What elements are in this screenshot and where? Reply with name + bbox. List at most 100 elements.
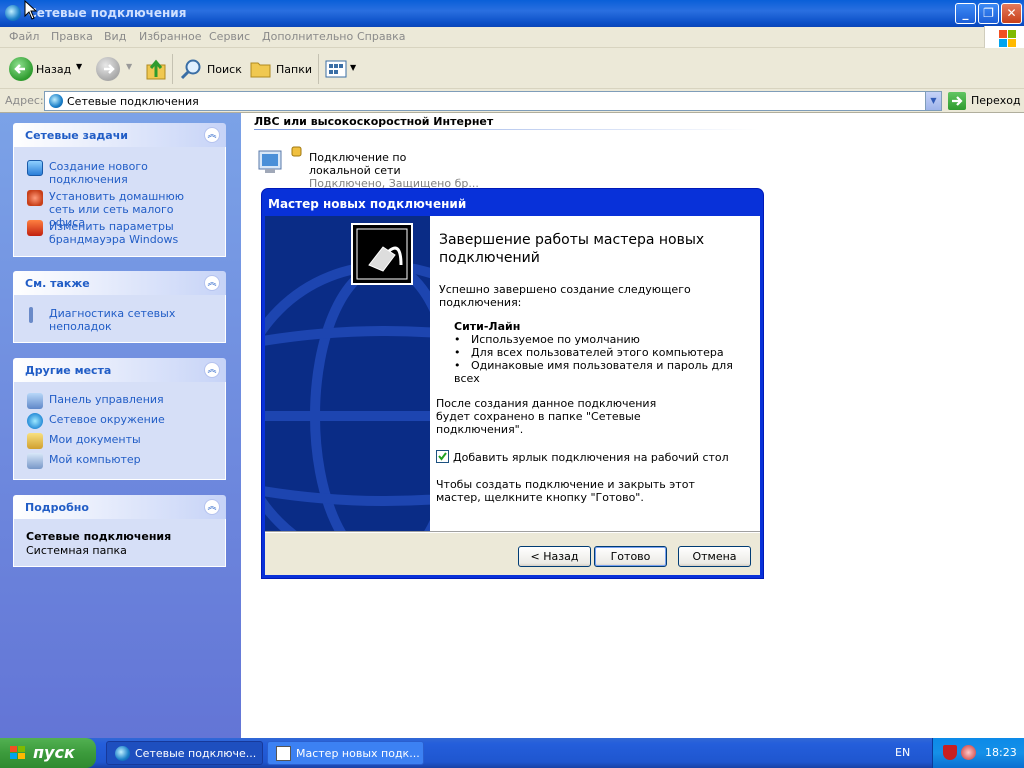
list-item: • Одинаковые имя пользователя и пароль д…: [454, 359, 733, 385]
search-button[interactable]: Поиск: [207, 63, 242, 76]
desktop-shortcut-checkbox[interactable]: [436, 450, 449, 463]
link-create-connection[interactable]: Создание нового подключения: [49, 160, 209, 186]
window-title: Сетевые подключения: [28, 6, 187, 20]
group-header: ЛВС или высокоскоростной Интернет: [254, 115, 494, 128]
wizard-dialog: Мастер новых подключений Завершение рабо…: [261, 188, 764, 579]
info-icon: [29, 307, 33, 323]
wizard-title: Мастер новых подключений: [268, 197, 467, 211]
go-button[interactable]: Переход: [971, 94, 1021, 107]
checkmark-icon: [438, 452, 447, 461]
collapse-chevron-icon[interactable]: ︽: [204, 499, 220, 515]
go-arrow-icon[interactable]: [948, 92, 966, 110]
chevron-down-icon[interactable]: ▼: [126, 62, 132, 71]
minimize-button[interactable]: _: [955, 3, 976, 24]
address-value: Сетевые подключения: [67, 95, 199, 108]
collapse-chevron-icon[interactable]: ︽: [204, 362, 220, 378]
network-places-icon: [27, 413, 43, 429]
wizard-content: Завершение работы мастера новых подключе…: [430, 216, 760, 531]
details-name: Сетевые подключения: [26, 530, 172, 543]
lan-connection-icon[interactable]: [255, 145, 305, 185]
list-item: • Используемое по умолчанию: [454, 333, 640, 346]
search-icon[interactable]: [180, 58, 202, 80]
windows-logo-icon: [984, 26, 1024, 49]
back-button[interactable]: < Назад: [518, 546, 591, 567]
forward-arrow-icon[interactable]: [96, 57, 120, 81]
wizard-banner: [265, 216, 430, 531]
wizard-heading: Завершение работы мастера новых подключе…: [439, 232, 705, 266]
network-connections-icon: [115, 746, 130, 761]
task-label: Мастер новых подк...: [296, 747, 420, 760]
title-bar: Сетевые подключения _ ❐ ✕: [0, 0, 1024, 27]
task-label: Сетевые подключе...: [135, 747, 257, 760]
finish-button[interactable]: Готово: [594, 546, 667, 567]
menu-favorites[interactable]: Избранное: [139, 30, 201, 43]
folders-button[interactable]: Папки: [276, 63, 312, 76]
address-dropdown-button[interactable]: ▼: [925, 92, 941, 110]
network-connections-icon: [5, 5, 21, 21]
close-button[interactable]: ✕: [1001, 3, 1022, 24]
panel-title: См. также: [25, 277, 90, 290]
security-shield-icon[interactable]: [943, 745, 957, 760]
folders-icon[interactable]: [250, 59, 272, 79]
menu-view[interactable]: Вид: [104, 30, 126, 43]
address-bar: Адрес: Сетевые подключения ▼ Переход: [0, 89, 1024, 113]
panel-title: Сетевые задачи: [25, 129, 128, 142]
panel-header[interactable]: Другие места ︽: [13, 358, 226, 382]
details-type: Системная папка: [26, 544, 127, 557]
wizard-intro: Успешно завершено создание следующего по…: [439, 283, 691, 309]
task-pane: Сетевые задачи ︽ Создание нового подключе…: [0, 113, 241, 738]
link-network-diagnostics[interactable]: Диагностика сетевых неполадок: [49, 307, 209, 333]
menu-file[interactable]: Файл: [9, 30, 39, 43]
toolbar-separator: [318, 54, 319, 84]
back-button[interactable]: Назад: [36, 63, 71, 76]
panel-header[interactable]: Подробно ︽: [13, 495, 226, 519]
link-network-places[interactable]: Сетевое окружение: [49, 413, 165, 426]
link-control-panel[interactable]: Панель управления: [49, 393, 164, 406]
address-input[interactable]: Сетевые подключения ▼: [44, 91, 942, 111]
menu-edit[interactable]: Правка: [51, 30, 93, 43]
list-item: • Для всех пользователей этого компьютер…: [454, 346, 724, 359]
panel-title: Другие места: [25, 364, 112, 377]
taskbar-item-network-connections[interactable]: Сетевые подключе...: [106, 741, 263, 765]
panel-header[interactable]: Сетевые задачи ︽: [13, 123, 226, 147]
connection-name[interactable]: Подключение по локальной сети: [309, 151, 469, 177]
windows-logo-icon: [10, 746, 26, 760]
views-icon[interactable]: [325, 59, 347, 79]
home-network-icon: [27, 190, 43, 206]
start-button[interactable]: пуск: [0, 738, 96, 768]
wizard-saved-note: После создания данное подключения будет …: [436, 397, 657, 436]
menu-help[interactable]: Справка: [357, 30, 405, 43]
wizard-icon: [276, 746, 291, 761]
taskbar-item-wizard[interactable]: Мастер новых подк...: [267, 741, 424, 765]
collapse-chevron-icon[interactable]: ︽: [204, 275, 220, 291]
control-panel-icon: [27, 393, 43, 409]
chevron-down-icon[interactable]: ▼: [350, 63, 356, 72]
chevron-down-icon[interactable]: ▼: [76, 62, 82, 71]
menu-advanced[interactable]: Дополнительно: [262, 30, 353, 43]
new-connection-icon: [27, 160, 43, 176]
wizard-divider: [265, 531, 760, 533]
panel-header[interactable]: См. также ︽: [13, 271, 226, 295]
toolbar: Назад ▼ ▼ Поиск Папки ▼: [0, 48, 1024, 89]
maximize-button[interactable]: ❐: [978, 3, 999, 24]
antivirus-icon[interactable]: [961, 745, 976, 760]
link-firewall-settings[interactable]: Изменить параметры брандмауэра Windows: [49, 220, 209, 246]
wizard-finish-note: Чтобы создать подключение и закрыть этот…: [436, 478, 695, 504]
cancel-button[interactable]: Отмена: [678, 546, 751, 567]
my-computer-icon: [27, 453, 43, 469]
panel-details: Подробно ︽ Сетевые подключения Системная …: [13, 495, 226, 567]
menu-tools[interactable]: Сервис: [209, 30, 250, 43]
language-indicator[interactable]: EN: [895, 746, 910, 759]
collapse-chevron-icon[interactable]: ︽: [204, 127, 220, 143]
desktop-shortcut-label[interactable]: Добавить ярлык подключения на рабочий ст…: [453, 451, 729, 464]
link-my-documents[interactable]: Мои документы: [49, 433, 141, 446]
panel-title: Подробно: [25, 501, 89, 514]
menu-bar: Файл Правка Вид Избранное Сервис Дополни…: [0, 27, 1024, 48]
my-documents-icon: [27, 433, 43, 449]
wizard-bullet-list: • Используемое по умолчанию • Для всех п…: [454, 333, 760, 385]
folder-up-icon[interactable]: [145, 57, 167, 81]
link-my-computer[interactable]: Мой компьютер: [49, 453, 141, 466]
network-cable-icon: [351, 223, 413, 285]
group-divider: [254, 129, 759, 130]
back-arrow-icon[interactable]: [9, 57, 33, 81]
